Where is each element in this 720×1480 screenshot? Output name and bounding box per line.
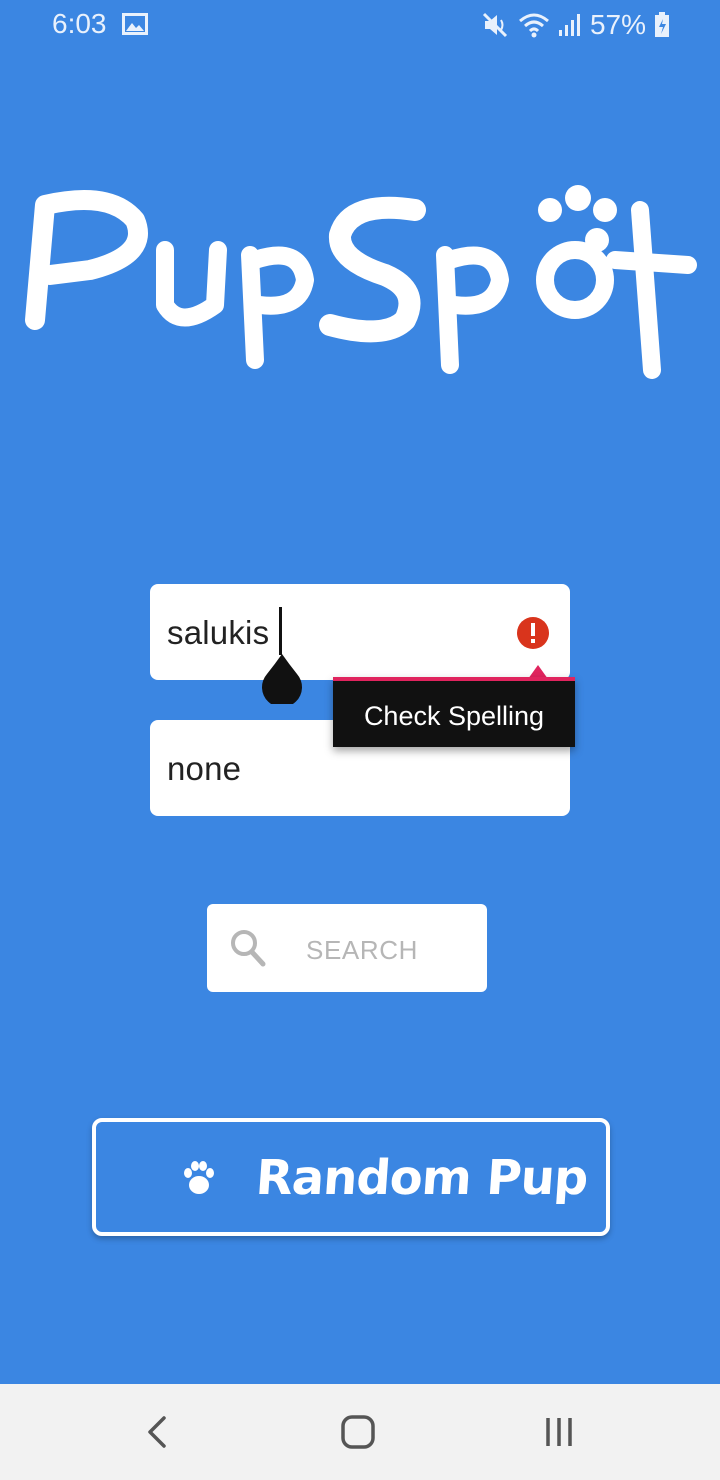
paw-icon	[184, 1161, 214, 1194]
status-bar: 6:03 57%	[0, 0, 720, 52]
search-button-label: SEARCH	[306, 935, 418, 965]
status-time: 6:03	[52, 8, 107, 39]
error-tooltip-text: Check Spelling	[363, 701, 545, 731]
pupspot-logo	[25, 185, 697, 379]
gallery-icon	[122, 13, 148, 35]
random-pup-button[interactable]: Random Pup	[92, 1118, 610, 1236]
breed-input-value: salukis	[167, 614, 270, 651]
back-icon[interactable]	[140, 1414, 174, 1450]
signal-icon	[558, 14, 580, 36]
breed-input[interactable]: salukis	[150, 584, 570, 680]
search-icon	[231, 930, 266, 967]
text-cursor	[279, 607, 282, 655]
search-button[interactable]: SEARCH	[207, 904, 487, 992]
error-tooltip: Check Spelling	[333, 677, 575, 747]
status-icons: 57%	[482, 8, 670, 42]
recents-icon[interactable]	[542, 1414, 578, 1450]
sub-breed-input-value: none	[167, 750, 242, 787]
cursor-handle-icon[interactable]	[261, 654, 303, 704]
error-icon	[517, 617, 549, 649]
mute-icon	[482, 12, 508, 38]
battery-icon	[655, 12, 669, 37]
navigation-bar	[0, 1384, 720, 1480]
random-pup-label: Random Pup	[254, 1150, 590, 1206]
home-icon[interactable]	[340, 1414, 376, 1450]
battery-percent: 57%	[589, 9, 646, 40]
wifi-icon	[518, 13, 549, 38]
